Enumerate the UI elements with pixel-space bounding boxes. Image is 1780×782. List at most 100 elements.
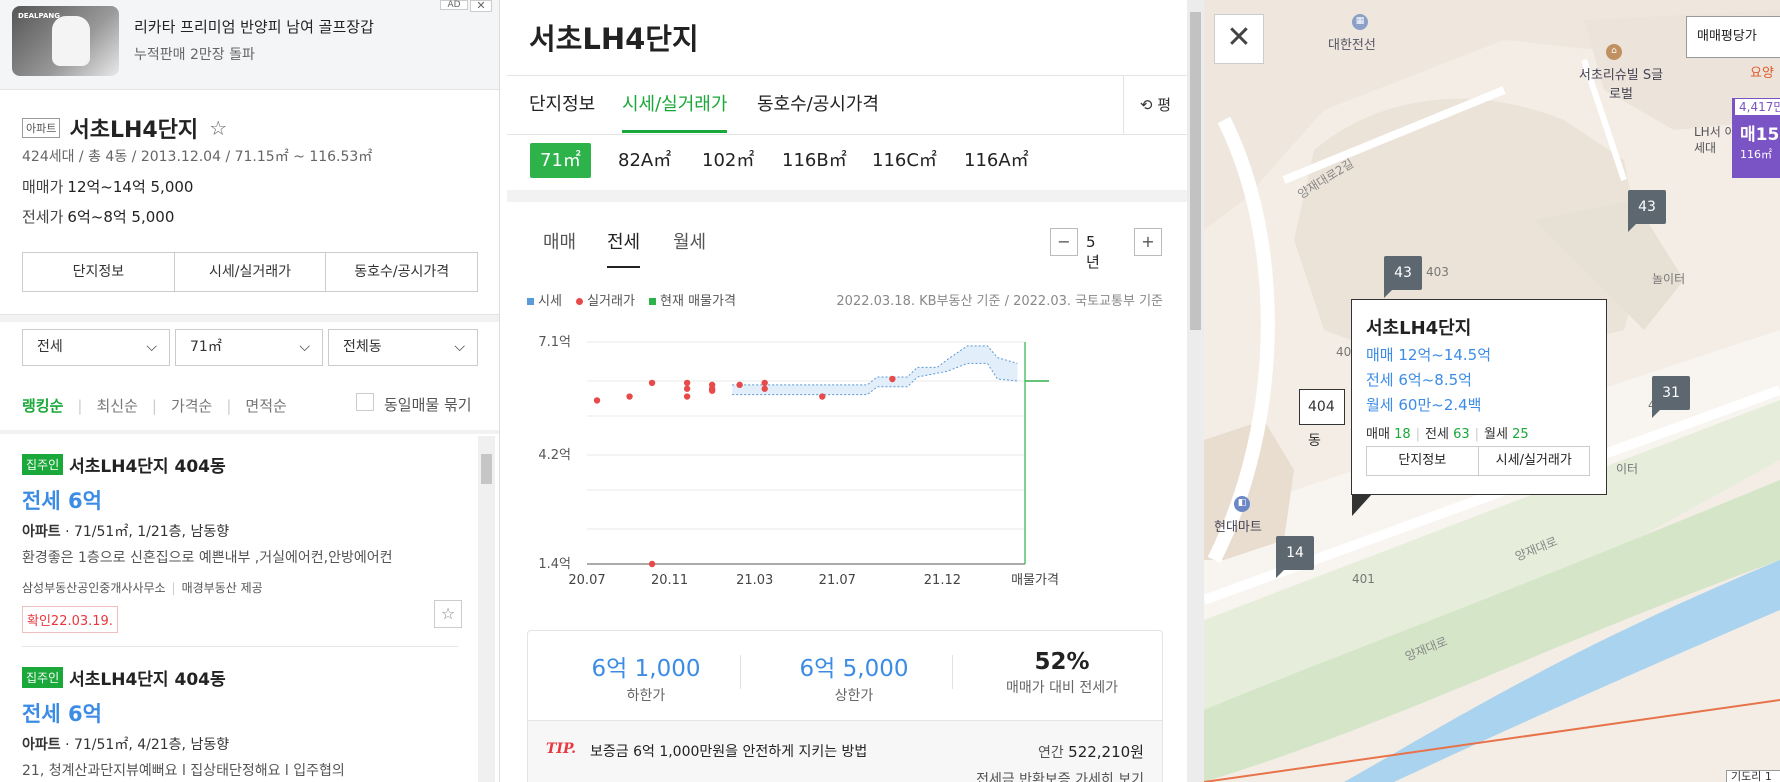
list-scrollbar-thumb[interactable] [481, 454, 492, 484]
map-label: 현대마트 [1214, 520, 1262, 535]
group-same-checkbox[interactable] [356, 393, 374, 411]
area-tab[interactable]: 116B㎡ [782, 143, 847, 178]
listing-title[interactable]: 서초LH4단지 404동 [69, 457, 226, 477]
dong-select[interactable]: 전체동 ⌵ [328, 329, 478, 366]
ad-title[interactable]: 리카타 프리미엄 반양피 남여 골프장갑 [134, 16, 374, 37]
chart-trade-point [761, 385, 768, 392]
listing-agent: 삼성부동산공인중개사사무소 | 매경부동산 제공 [22, 581, 263, 595]
trade-tab-jeonse[interactable]: 전세 [607, 228, 641, 268]
map-cluster-marker[interactable]: 43 [1384, 256, 1422, 298]
app-root: DEALPANG 리카타 프리미엄 반양피 남여 골프장갑 누적판매 2만장 돌… [0, 0, 1780, 782]
listing-title[interactable]: 서초LH4단지 404동 [69, 670, 226, 690]
detail-scrollbar[interactable] [1187, 0, 1204, 782]
trade-type-value: 전세 [37, 339, 63, 355]
stat-upper-label: 상한가 [834, 688, 874, 704]
owner-badge: 집주인 [22, 454, 64, 475]
area-tab[interactable]: 102㎡ [702, 143, 754, 178]
listing-desc-detail: · 71/51㎡, 4/21층, 남동향 [60, 737, 230, 753]
tab-complex-info[interactable]: 단지정보 [23, 253, 175, 291]
complex-sale-row: 매매가 12억~14억 5,000 [22, 176, 193, 197]
map-dong-number: 403 [1426, 265, 1449, 279]
stat-lower: 6억 1,000 하한가 [546, 649, 746, 705]
period-plus-button[interactable]: + [1134, 228, 1162, 256]
pyeong-toggle-button[interactable]: ⟲ 평 [1123, 76, 1187, 134]
map-area[interactable]: ✕ 매매평당가 요양 ▦ 대한전선 ⌂ 서초리슈빌 S글로벌 양재대로2길 놀이… [1204, 0, 1780, 782]
sort-area[interactable]: 면적순 [245, 397, 286, 415]
sale-label: 매매가 [22, 178, 64, 196]
listing-price: 전세 6억 [22, 489, 102, 513]
ad-close-button[interactable]: ✕ [470, 0, 492, 12]
area-tab[interactable]: 71㎡ [530, 143, 591, 178]
ad-thumbnail[interactable]: DEALPANG [12, 6, 119, 76]
legend-market: 시세 [527, 294, 562, 309]
tab-unit-price[interactable]: 동호수/공시가격 [326, 253, 477, 291]
detail-divider [507, 190, 1187, 202]
tip-box[interactable]: TIP. 보증금 6억 1,000만원을 안전하게 지키는 방법 연간 522,… [527, 720, 1163, 782]
map-price-toggle-button[interactable]: 매매평당가 [1686, 16, 1780, 58]
map-price-marker[interactable]: 4,417만 매15. 116㎡ [1732, 98, 1780, 178]
sort-options: 랭킹순 | 최신순 | 가격순 | 면적순 [22, 397, 287, 415]
list-divider [0, 430, 499, 434]
trade-tab-monthly[interactable]: 월세 [673, 228, 706, 254]
legend-trade: 실거래가 [576, 294, 635, 309]
trade-tab-sale[interactable]: 매매 [543, 228, 576, 254]
map-label: 놀이터 [1652, 272, 1686, 286]
map-cluster-marker[interactable]: 31 [1652, 376, 1690, 418]
popup-complex-info-button[interactable]: 단지정보 [1367, 447, 1479, 475]
popup-market-price-button[interactable]: 시세/실거래가 [1479, 447, 1590, 475]
map-close-button[interactable]: ✕ [1214, 14, 1264, 64]
period-minus-button[interactable]: − [1050, 228, 1078, 256]
popup-title: 서초LH4단지 [1366, 318, 1472, 339]
price-marker-value: 매15. [1740, 125, 1780, 145]
tab-market-price[interactable]: 시세/실거래가 [622, 90, 728, 133]
listing-desc: 아파트 · 71/51㎡, 1/21층, 남동향 [22, 521, 462, 541]
chevron-down-icon: ⌵ [146, 339, 157, 355]
stat-upper-value: 6억 5,000 [799, 656, 909, 682]
area-tab[interactable]: 82A㎡ [618, 143, 671, 178]
map-corner-label[interactable]: 기도리 1 [1726, 770, 1780, 782]
map-complex-popup[interactable]: 서초LH4단지 매매 12억~14.5억 전세 6억~8.5억 월세 60만~2… [1351, 299, 1607, 516]
complex-meta: 424세대 / 총 4동 / 2013.12.04 / 71.15㎡ ~ 116… [22, 149, 373, 165]
area-tab[interactable]: 116C㎡ [872, 143, 937, 178]
ad-banner[interactable]: DEALPANG 리카타 프리미엄 반양피 남여 골프장갑 누적판매 2만장 돌… [0, 0, 499, 90]
chart-trade-point [683, 385, 691, 392]
detail-tabs: 단지정보 시세/실거래가 동호수/공시가격 ⟲ 평 [507, 75, 1187, 135]
sort-latest[interactable]: 최신순 [96, 397, 137, 415]
favorite-star-icon[interactable]: ☆ [209, 116, 227, 140]
complex-type-tag: 아파트 [22, 118, 61, 138]
trade-type-select[interactable]: 전세 ⌵ [22, 329, 170, 366]
chart-trade-point [761, 379, 768, 387]
map-cluster-marker[interactable]: 14 [1276, 536, 1314, 578]
sort-price[interactable]: 가격순 [171, 397, 212, 415]
listing-note: 21, 청계산과단지뷰예뻐요 l 집상태단정해요 l 입주협의 [22, 763, 345, 779]
map-dong-marker[interactable]: 404동 [1299, 389, 1345, 449]
listing-star-icon[interactable]: ☆ [434, 600, 462, 628]
listing-item[interactable]: 집주인 서초LH4단지 404동 전세 6억 아파트 · 71/51㎡, 1/21… [22, 452, 462, 633]
chart-y-tick-label: 1.4억 [538, 557, 571, 572]
popup-sale: 매매 12억~14.5억 [1366, 346, 1492, 364]
map-label: 이터 [1616, 462, 1639, 476]
area-tab[interactable]: 116A㎡ [964, 143, 1029, 178]
tip-more-link[interactable]: 전세금 반환보증 가세히 보기 [976, 769, 1144, 782]
tab-unit-price[interactable]: 동호수/공시가격 [757, 90, 879, 116]
complex-jeonse-row: 전세가 6억~8억 5,000 [22, 206, 174, 227]
tip-text[interactable]: 보증금 6억 1,000만원을 안전하게 지키는 방법 [590, 741, 867, 761]
chart-x-tick-label: 20.11 [651, 573, 688, 588]
tab-market-price[interactable]: 시세/실거래가 [175, 253, 327, 291]
price-stats: 6억 1,000 하한가 6억 5,000 상한가 52% 매매가 대비 전세가 [527, 630, 1163, 720]
group-same-label[interactable]: 동일매물 묶기 [384, 394, 472, 415]
list-scrollbar[interactable] [478, 436, 495, 782]
period-value: 5년 [1086, 233, 1100, 271]
detail-scrollbar-thumb[interactable] [1190, 12, 1201, 330]
chevron-down-icon: ⌵ [454, 339, 465, 355]
price-marker-area: 116㎡ [1740, 148, 1772, 161]
ad-tag: AD [440, 0, 468, 10]
sort-ranking[interactable]: 랭킹순 [22, 397, 63, 415]
complex-header: 아파트 서초LH4단지 ☆ [22, 112, 227, 144]
area-select[interactable]: 71㎡ ⌵ [175, 329, 323, 366]
chart-x-tick-label: 21.12 [924, 573, 961, 588]
confirm-badge: 확인22.03.19. [22, 606, 118, 633]
map-cluster-marker[interactable]: 43 [1628, 190, 1666, 232]
listing-item[interactable]: 집주인 서초LH4단지 404동 전세 6억 아파트 · 71/51㎡, 4/21… [22, 665, 462, 780]
tab-complex-info[interactable]: 단지정보 [529, 90, 595, 116]
